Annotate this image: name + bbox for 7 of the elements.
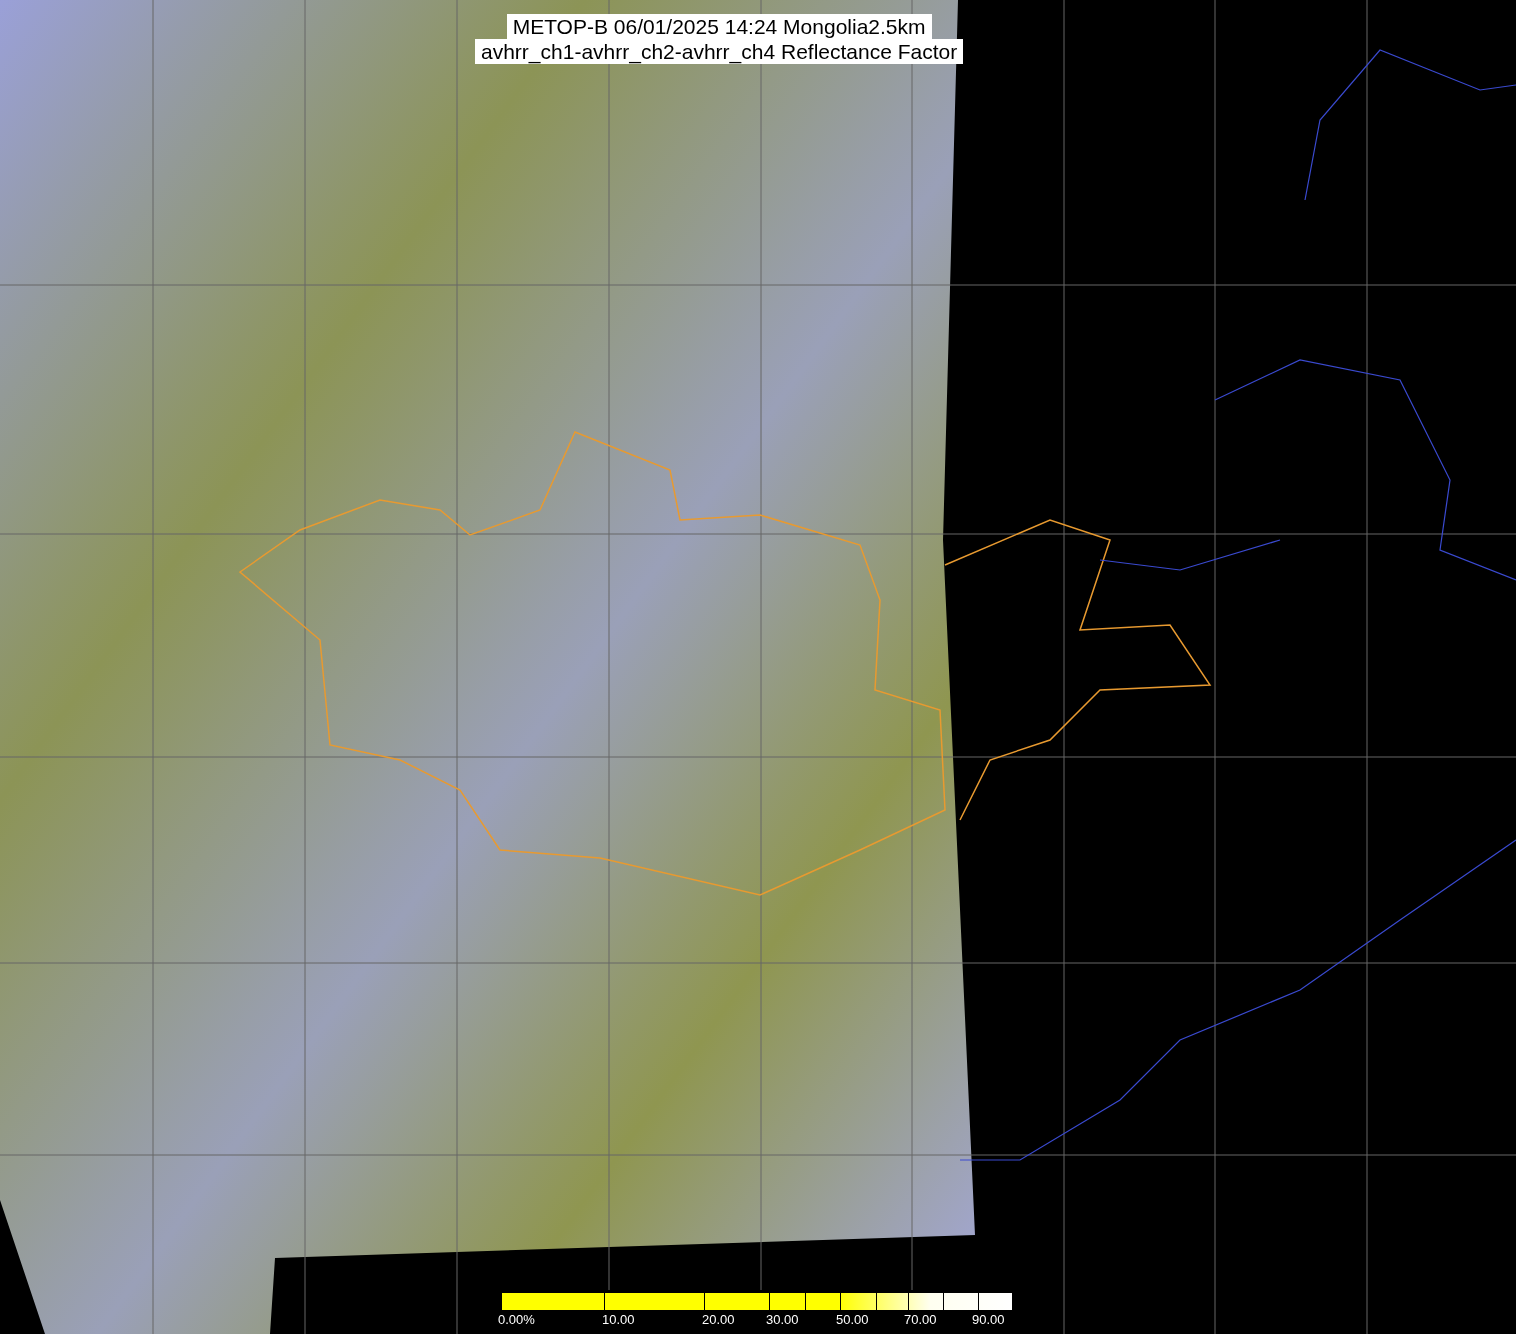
colorbar-label: 90.00 bbox=[972, 1312, 1005, 1327]
colorbar-label: 20.00 bbox=[702, 1312, 735, 1327]
colorbar-label: 0.00% bbox=[498, 1312, 535, 1327]
colorbar-label: 70.00 bbox=[904, 1312, 937, 1327]
colorbar-label: 50.00 bbox=[836, 1312, 869, 1327]
colorbar-label: 10.00 bbox=[602, 1312, 635, 1327]
colorbar-label: 30.00 bbox=[766, 1312, 799, 1327]
